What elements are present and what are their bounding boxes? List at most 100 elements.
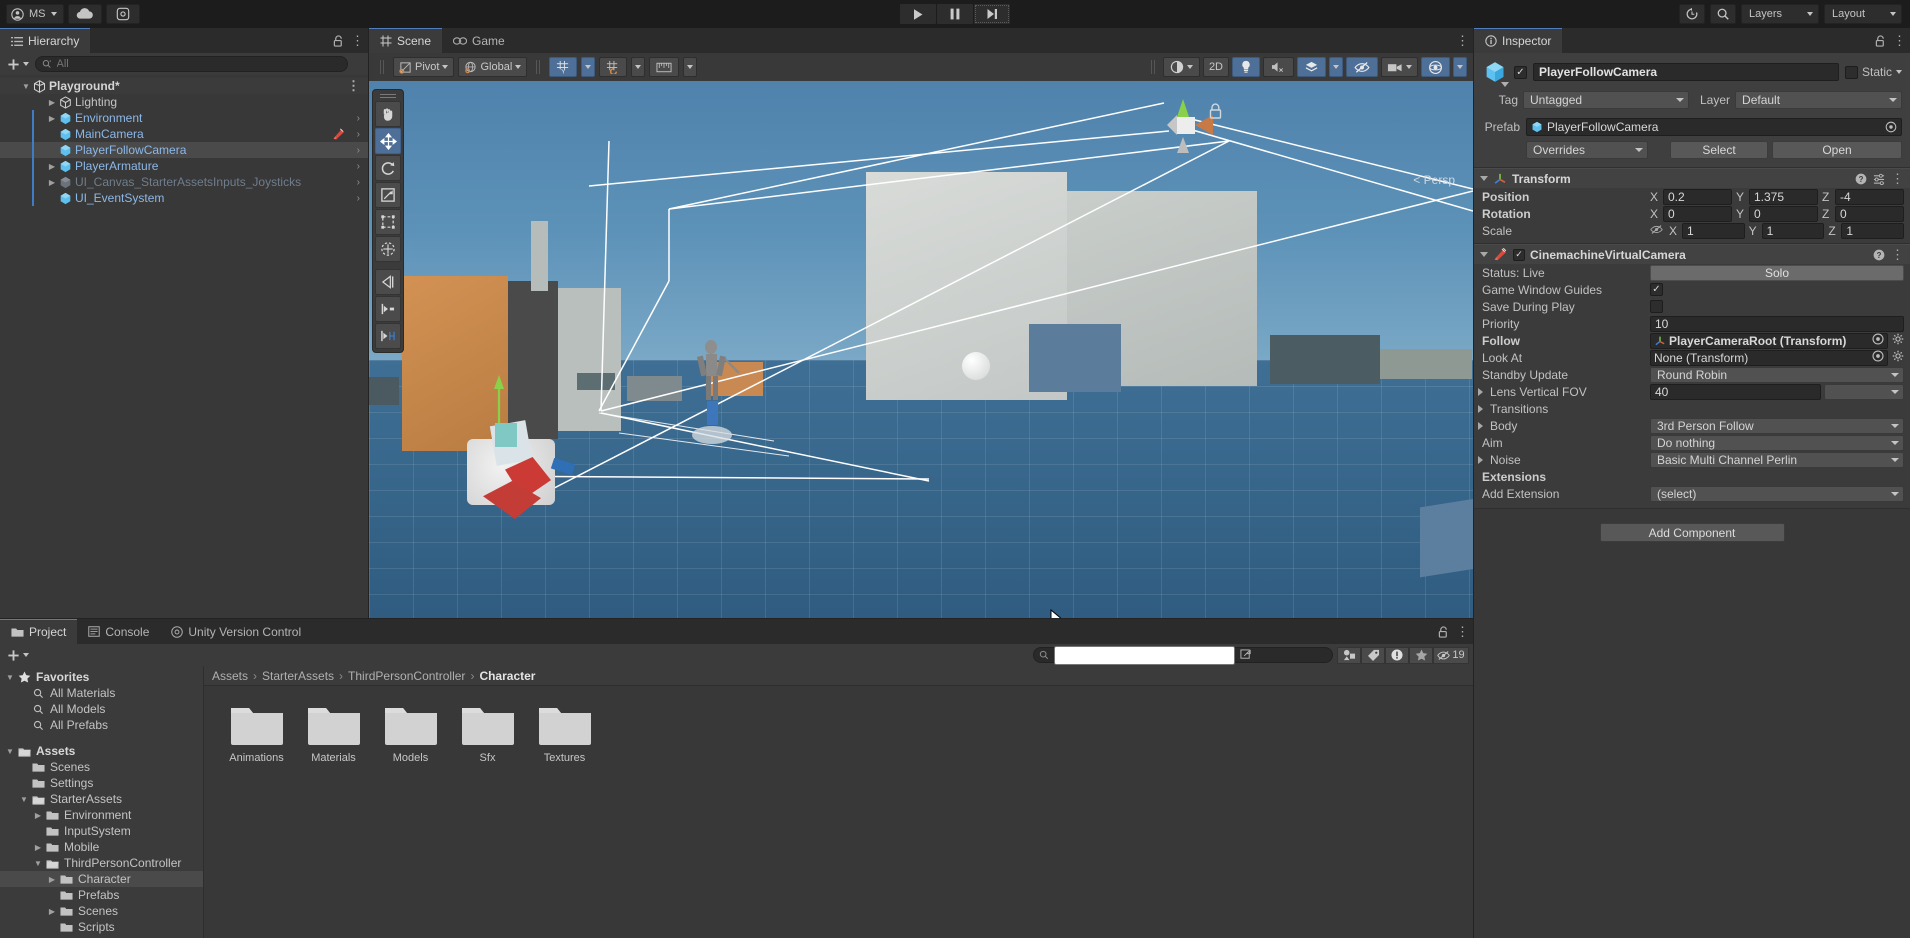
project-tree-item-scenes[interactable]: Scenes bbox=[0, 759, 203, 775]
rotation-y-field[interactable]: 0 bbox=[1749, 206, 1818, 222]
perspective-label-group[interactable]: < Persp bbox=[1413, 173, 1455, 187]
asset-item-animations[interactable]: Animations bbox=[218, 702, 295, 764]
asset-item-models[interactable]: Models bbox=[372, 702, 449, 764]
scale-x-field[interactable]: 1 bbox=[1682, 223, 1745, 239]
tab-version-control[interactable]: Unity Version Control bbox=[160, 619, 312, 644]
layer-dropdown[interactable]: Default bbox=[1735, 91, 1902, 109]
prefab-open-chevron-icon[interactable]: › bbox=[357, 161, 360, 172]
rotate-tool-button[interactable] bbox=[375, 155, 401, 181]
prefab-open-chevron-icon[interactable]: › bbox=[357, 145, 360, 156]
project-tree-item-inputsystem[interactable]: InputSystem bbox=[0, 823, 203, 839]
overrides-dropdown[interactable]: Overrides bbox=[1526, 141, 1648, 159]
object-picker-icon[interactable] bbox=[1872, 350, 1884, 362]
hierarchy-item-playerfollowcamera[interactable]: PlayerFollowCamera› bbox=[0, 142, 368, 158]
hierarchy-item-maincamera[interactable]: MainCamera› bbox=[0, 126, 368, 142]
handle-space-button[interactable]: Global bbox=[458, 57, 527, 77]
static-flags-group[interactable]: Static bbox=[1845, 65, 1902, 79]
follow-object-field[interactable]: PlayerCameraRoot (Transform) bbox=[1650, 333, 1888, 349]
project-search-input[interactable] bbox=[1054, 646, 1235, 665]
solo-button[interactable]: Solo bbox=[1650, 265, 1904, 281]
robot-character[interactable] bbox=[681, 339, 751, 449]
constrain-proportions-toggle[interactable] bbox=[1650, 224, 1663, 238]
prefab-open-chevron-icon[interactable]: › bbox=[357, 177, 360, 188]
standby-update-dropdown[interactable]: Round Robin bbox=[1650, 367, 1904, 383]
divider-project-top[interactable] bbox=[0, 618, 1473, 619]
project-tree-item-scenes[interactable]: ▶Scenes bbox=[0, 903, 203, 919]
scene-viewport[interactable]: < Persp bbox=[369, 81, 1473, 618]
help-icon[interactable]: ? bbox=[1855, 173, 1867, 185]
tab-project[interactable]: Project bbox=[0, 619, 77, 644]
pause-button[interactable] bbox=[937, 4, 973, 24]
priority-field[interactable]: 10 bbox=[1650, 316, 1904, 332]
project-menu-button[interactable]: ⋮ bbox=[1456, 627, 1469, 637]
lens-vertical-fov-field[interactable]: 40 bbox=[1650, 384, 1821, 400]
grid-axis-dropdown[interactable] bbox=[581, 57, 595, 77]
tab-scene[interactable]: Scene bbox=[369, 28, 442, 53]
asset-item-sfx[interactable]: Sfx bbox=[449, 702, 526, 764]
project-tree-item-all-materials[interactable]: All Materials bbox=[0, 685, 203, 701]
scene-gizmos-dropdown[interactable] bbox=[1453, 57, 1467, 77]
foldout-collapsed-icon[interactable] bbox=[1478, 405, 1483, 413]
scene-lighting-button[interactable] bbox=[1232, 57, 1260, 77]
create-object-button[interactable] bbox=[4, 58, 32, 71]
grid-snap-button[interactable] bbox=[599, 57, 627, 77]
lock-open-icon[interactable] bbox=[1438, 626, 1449, 638]
project-search-box[interactable] bbox=[1033, 647, 1333, 663]
undo-history-button[interactable] bbox=[1679, 4, 1705, 24]
look-at-object-field[interactable]: None (Transform) bbox=[1650, 350, 1888, 366]
hierarchy-menu-button[interactable]: ⋮ bbox=[351, 36, 364, 46]
scale-tool-button[interactable] bbox=[375, 182, 401, 208]
scene-visibility-button[interactable] bbox=[1346, 57, 1378, 77]
transform-tool-button[interactable] bbox=[375, 236, 401, 262]
expand-twisty-icon[interactable]: ▼ bbox=[4, 747, 16, 756]
move-tool-button[interactable] bbox=[375, 128, 401, 154]
draw-mode-button[interactable] bbox=[1163, 57, 1200, 77]
divider-hierarchy-scene[interactable] bbox=[368, 28, 369, 618]
hand-tool-button[interactable] bbox=[375, 101, 401, 127]
transform-header[interactable]: Transform ? ⋮ bbox=[1474, 168, 1910, 188]
preset-icon[interactable] bbox=[1873, 173, 1885, 185]
rotation-z-field[interactable]: 0 bbox=[1835, 206, 1904, 222]
aim-dropdown[interactable]: Do nothing bbox=[1650, 435, 1904, 451]
cloud-button[interactable] bbox=[68, 4, 102, 24]
scene-camera-button[interactable] bbox=[1381, 57, 1418, 77]
tab-game[interactable]: Game bbox=[442, 28, 516, 53]
breadcrumb-item-thirdpersoncontroller[interactable]: ThirdPersonController bbox=[348, 669, 465, 683]
play-button[interactable] bbox=[900, 4, 936, 24]
object-picker-icon[interactable] bbox=[1872, 333, 1884, 345]
scene-context-menu-button[interactable]: ⋮ bbox=[347, 81, 360, 91]
lock-open-icon[interactable] bbox=[333, 35, 344, 47]
toggle-2d-button[interactable]: 2D bbox=[1203, 57, 1229, 77]
project-tree-item-environment[interactable]: ▶Environment bbox=[0, 807, 203, 823]
expand-twisty-icon[interactable]: ▶ bbox=[46, 114, 58, 123]
hierarchy-search-box[interactable] bbox=[35, 56, 348, 72]
foldout-collapsed-icon[interactable] bbox=[1478, 422, 1483, 430]
expand-twisty-icon[interactable]: ▶ bbox=[46, 162, 58, 171]
inspector-menu-button[interactable]: ⋮ bbox=[1893, 36, 1906, 46]
scale-z-field[interactable]: 1 bbox=[1841, 223, 1904, 239]
asset-item-materials[interactable]: Materials bbox=[295, 702, 372, 764]
static-checkbox[interactable] bbox=[1845, 66, 1858, 79]
hierarchy-scene-root[interactable]: ▼ Playground* ⋮ bbox=[0, 78, 368, 94]
scene-menu-button[interactable]: ⋮ bbox=[1456, 36, 1469, 46]
search-by-label-icon[interactable] bbox=[1361, 647, 1385, 664]
prefab-object-field[interactable]: PlayerFollowCamera bbox=[1526, 118, 1902, 136]
expand-twisty-icon[interactable]: ▶ bbox=[46, 907, 58, 916]
asset-item-textures[interactable]: Textures bbox=[526, 702, 603, 764]
layout-dropdown[interactable]: Layout bbox=[1824, 4, 1902, 24]
expand-twisty-icon[interactable]: ▼ bbox=[20, 82, 32, 91]
add-component-button[interactable]: Add Component bbox=[1600, 523, 1785, 542]
vcam-context-menu-button[interactable]: ⋮ bbox=[1891, 250, 1904, 260]
prefab-select-button[interactable]: Select bbox=[1670, 141, 1768, 159]
foldout-expanded-icon[interactable] bbox=[1480, 252, 1488, 257]
expand-twisty-icon[interactable]: ▶ bbox=[46, 875, 58, 884]
breadcrumb-item-starterassets[interactable]: StarterAssets bbox=[262, 669, 334, 683]
chevron-down-icon[interactable] bbox=[1896, 70, 1902, 74]
scene-audio-button[interactable] bbox=[1263, 57, 1294, 77]
tab-console[interactable]: Console bbox=[77, 619, 160, 644]
expand-twisty-icon[interactable]: ▼ bbox=[18, 795, 30, 804]
search-warning-icon[interactable] bbox=[1385, 647, 1409, 664]
expand-twisty-icon[interactable]: ▶ bbox=[46, 98, 58, 107]
hierarchy-item-playerarmature[interactable]: ▶PlayerArmature› bbox=[0, 158, 368, 174]
position-y-field[interactable]: 1.375 bbox=[1749, 189, 1818, 205]
